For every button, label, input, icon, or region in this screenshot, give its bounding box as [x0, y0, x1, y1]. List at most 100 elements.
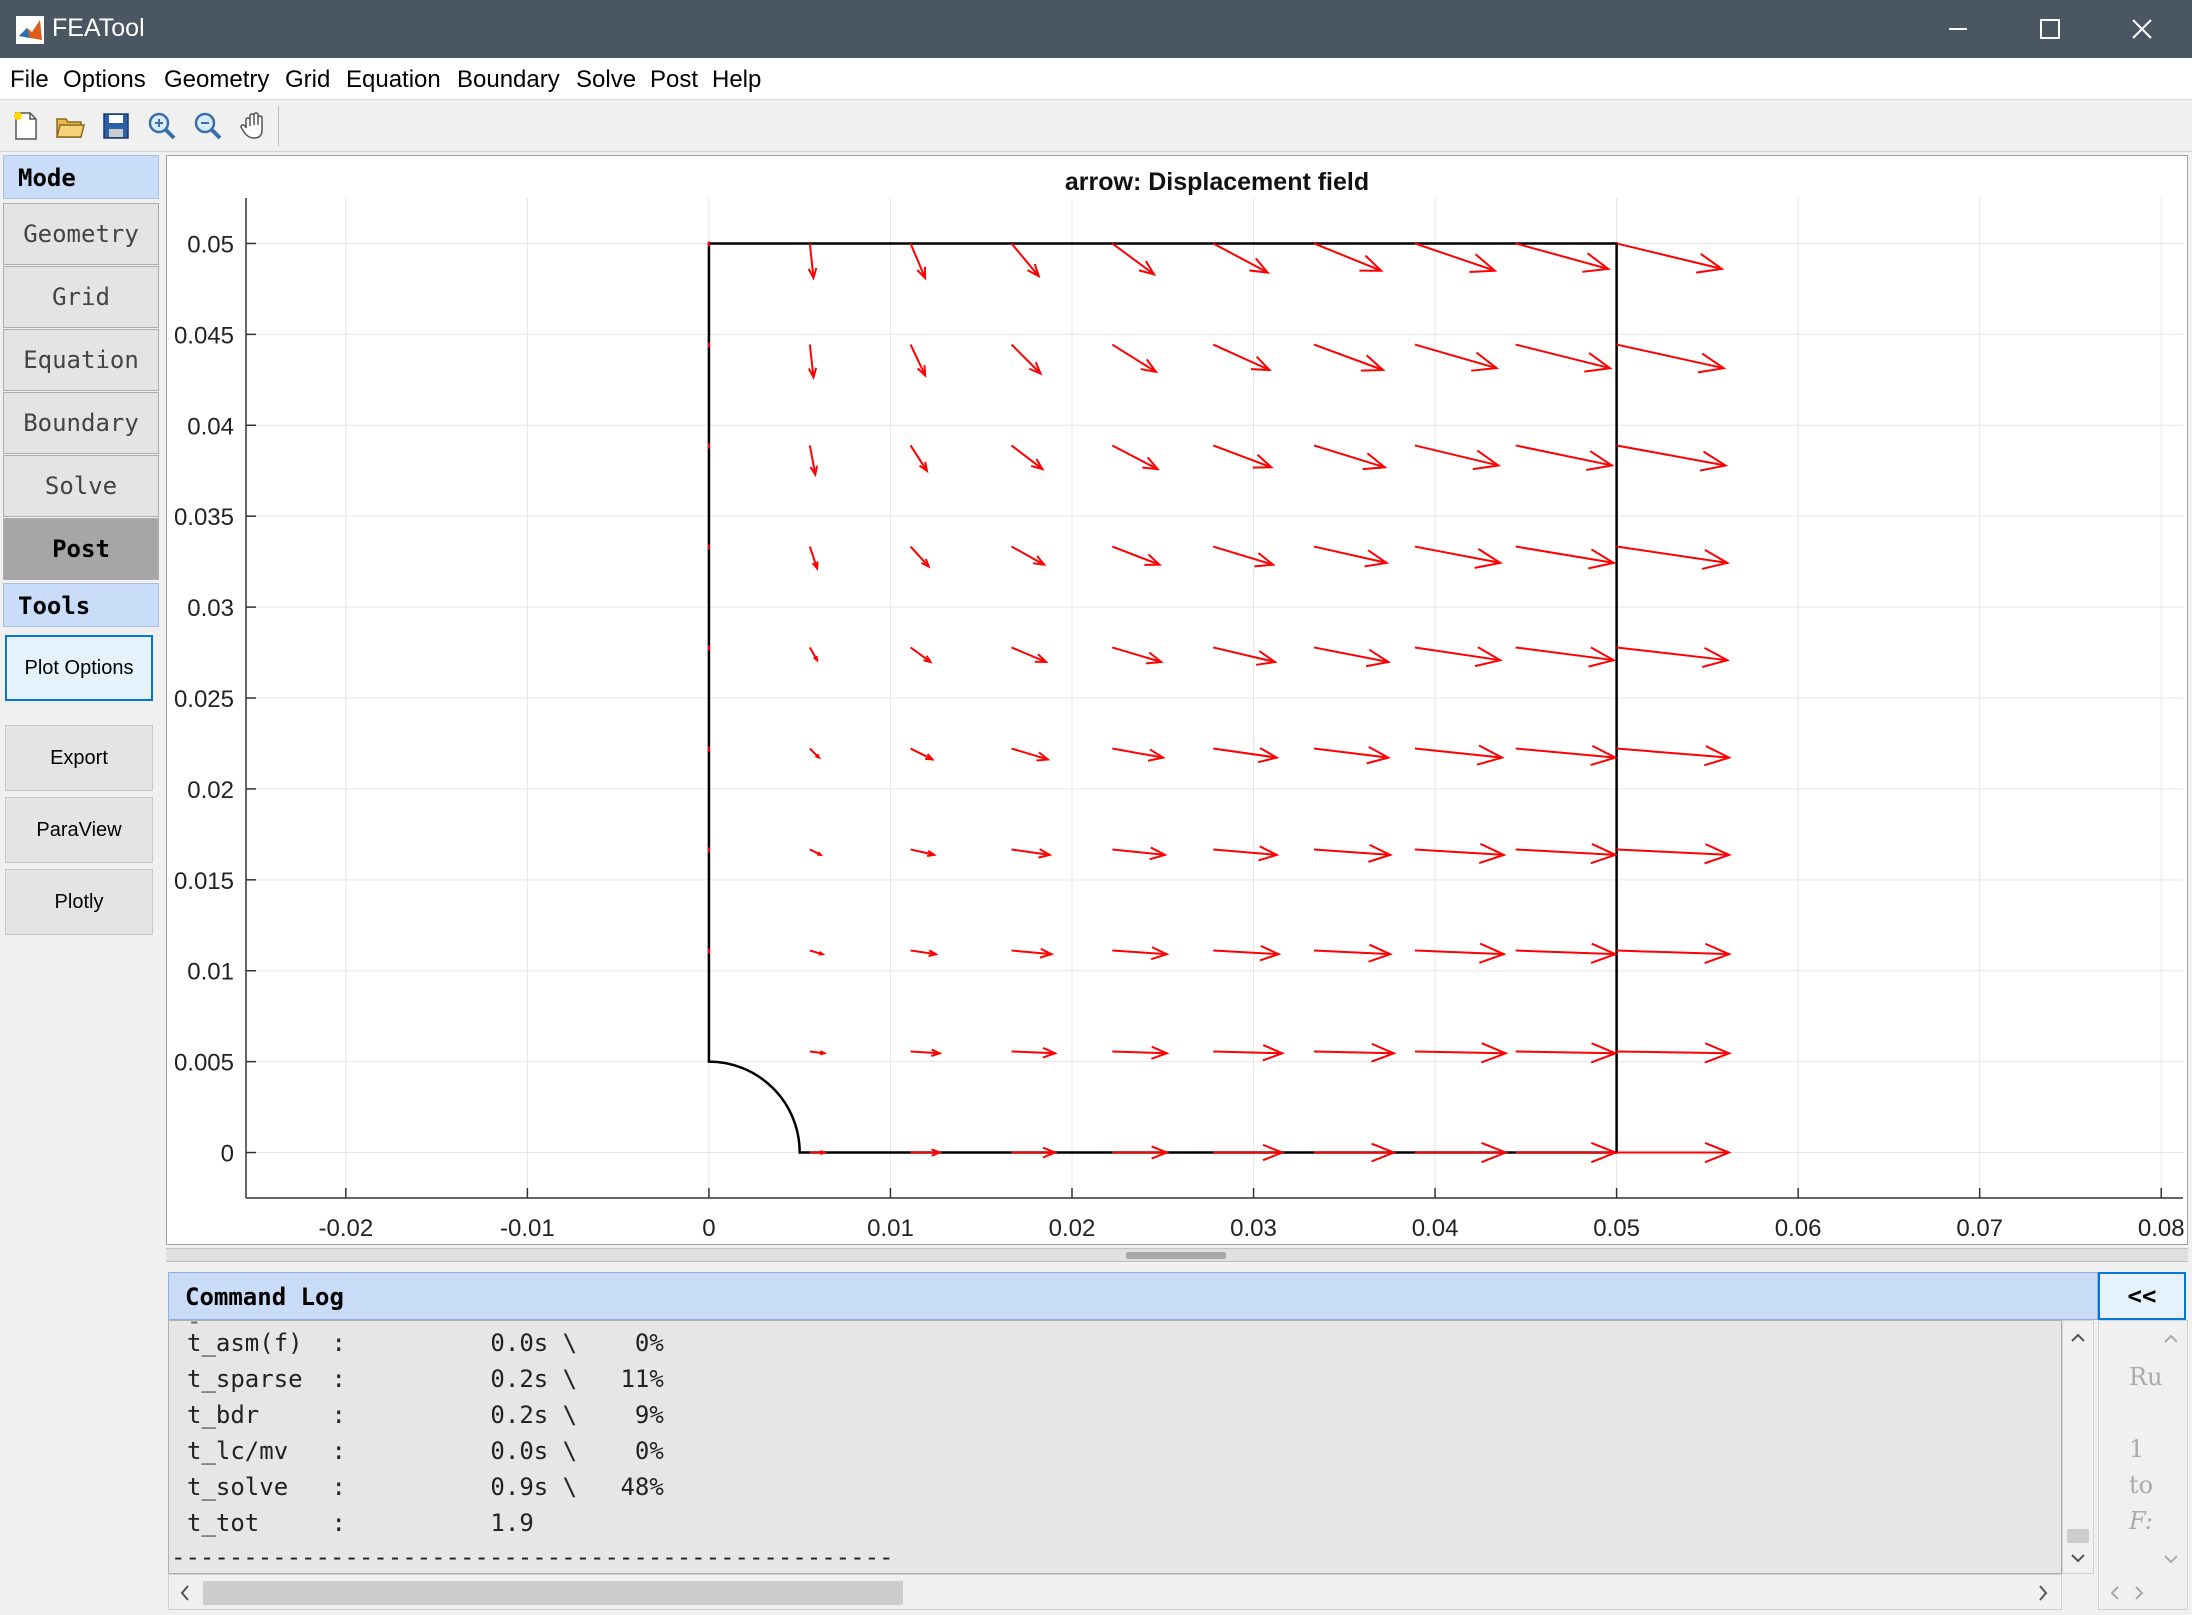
mode-grid-button[interactable]: Grid: [3, 266, 159, 328]
menu-boundary[interactable]: Boundary: [457, 66, 560, 94]
displacement-arrow: [1313, 242, 1384, 272]
x-tick-label: 0.02: [1049, 1215, 1096, 1242]
displacement-arrow: [1414, 744, 1505, 766]
displacement-arrow: [1515, 1141, 1619, 1164]
command-log[interactable]: - t_asm(f) : 0.0s \ 0% t_sparse : 0.2s \…: [168, 1320, 2062, 1574]
close-button[interactable]: [2096, 0, 2188, 58]
displacement-arrow: [809, 1050, 828, 1056]
menu-solve[interactable]: Solve: [576, 66, 636, 94]
menu-options[interactable]: Options: [63, 66, 146, 94]
displacement-arrow: [910, 1148, 943, 1157]
log-line: t_bdr : 0.2s \ 9%: [187, 1401, 664, 1429]
displacement-arrow: [1112, 1045, 1170, 1060]
minimize-button[interactable]: [1912, 0, 2004, 58]
displacement-arrow: [1616, 942, 1732, 964]
x-tick-label: 0.08: [2138, 1215, 2185, 1242]
pan-button[interactable]: [234, 106, 274, 146]
log-horizontal-scrollbar[interactable]: [168, 1574, 2062, 1610]
panel-splitter[interactable]: [166, 1248, 2188, 1262]
arrow-shaft: [1414, 848, 1504, 856]
plotly-button[interactable]: Plotly: [5, 869, 153, 935]
displacement-arrow: [1313, 444, 1388, 471]
mode-post-button[interactable]: Post: [3, 518, 159, 580]
plot-panel[interactable]: arrow: Displacement field -0.02 -0.01 0 0.0…: [166, 155, 2188, 1245]
plot-title: arrow: Displacement field: [1065, 168, 1369, 196]
splitter-grip[interactable]: [1126, 1252, 1226, 1259]
arrow-shaft: [1010, 343, 1042, 375]
displacement-arrow: [909, 344, 927, 378]
menu-file[interactable]: File: [10, 66, 49, 94]
arrow-shaft: [1010, 242, 1040, 277]
save-button[interactable]: [96, 106, 136, 146]
y-tick-label: 0.045: [174, 322, 234, 349]
displacement-arrow: [1313, 943, 1393, 963]
scroll-thumb[interactable]: [2067, 1529, 2089, 1543]
log-line: t_lc/mv : 0.0s \ 0%: [187, 1437, 664, 1465]
displacement-arrow: [1112, 646, 1164, 665]
collapse-log-button[interactable]: <<: [2098, 1272, 2186, 1320]
displacement-arrow: [1414, 646, 1503, 668]
displacement-arrow: [807, 344, 818, 380]
maximize-button[interactable]: [2004, 0, 2096, 58]
menu-equation[interactable]: Equation: [346, 66, 441, 94]
menu-bar: File Options Geometry Grid Equation Boun…: [0, 58, 2192, 100]
y-tick-label: 0.035: [174, 504, 234, 531]
scroll-thumb[interactable]: [203, 1581, 903, 1605]
displacement-arrow: [1011, 848, 1053, 859]
scroll-left-icon[interactable]: [2105, 1583, 2125, 1603]
displacement-arrow: [1213, 845, 1280, 862]
displacement-arrow: [808, 445, 819, 478]
scroll-right-icon[interactable]: [2031, 1578, 2055, 1608]
arrow-shaft: [1616, 545, 1728, 564]
displacement-arrow: [1616, 242, 1725, 274]
menu-post[interactable]: Post: [650, 66, 698, 94]
displacement-arrow: [1212, 646, 1278, 666]
displacement-arrow: [1616, 545, 1731, 570]
displacement-arrow: [1213, 747, 1280, 764]
displacement-arrow: [1313, 844, 1393, 863]
new-button[interactable]: [6, 106, 46, 146]
arrow-shaft: [909, 444, 928, 472]
scroll-right-icon[interactable]: [2129, 1583, 2149, 1603]
displacement-arrow: [1313, 343, 1386, 372]
plot-options-button[interactable]: Plot Options: [5, 635, 153, 701]
paraview-button[interactable]: ParaView: [5, 797, 153, 863]
scroll-left-icon[interactable]: [173, 1578, 197, 1608]
arrow-shaft: [909, 344, 927, 376]
mode-solve-button[interactable]: Solve: [3, 455, 159, 517]
displacement-arrow: [1414, 842, 1507, 865]
displacement-arrow: [1515, 242, 1611, 273]
displacement-arrow: [1313, 646, 1392, 668]
scroll-down-icon[interactable]: [2063, 1549, 2093, 1569]
log-vertical-scrollbar[interactable]: [2062, 1320, 2094, 1574]
menu-help[interactable]: Help: [712, 66, 761, 94]
zoom-in-button[interactable]: [142, 106, 182, 146]
arrow-shaft: [1414, 949, 1504, 956]
secondary-log-panel[interactable]: Ru 1 to F:: [2098, 1320, 2188, 1610]
log-line: t_sparse : 0.2s \ 11%: [187, 1365, 664, 1393]
displacement-arrow: [809, 848, 824, 857]
log-separator: ----------------------------------------…: [171, 1543, 894, 1571]
x-tick-label: 0.05: [1593, 1215, 1640, 1242]
mode-boundary-button[interactable]: Boundary: [3, 392, 159, 454]
open-button[interactable]: [50, 106, 90, 146]
displacement-plot[interactable]: arrow: Displacement field -0.02 -0.01 0 0.0…: [167, 156, 2187, 1244]
export-button[interactable]: Export: [5, 725, 153, 791]
arrow-shaft: [1515, 848, 1616, 856]
mode-geometry-button[interactable]: Geometry: [3, 203, 159, 265]
scroll-up-icon[interactable]: [2063, 1327, 2093, 1347]
menu-geometry[interactable]: Geometry: [164, 66, 269, 94]
menu-grid[interactable]: Grid: [285, 66, 330, 94]
scroll-down-icon[interactable]: [2161, 1549, 2181, 1569]
displacement-arrow: [1515, 646, 1617, 668]
y-tick-label: 0.03: [187, 595, 234, 622]
arrow-shaft: [1515, 949, 1616, 956]
displacement-arrow: [1313, 1142, 1397, 1163]
mode-equation-button[interactable]: Equation: [3, 329, 159, 391]
displacement-arrow: [808, 646, 819, 663]
scroll-up-icon[interactable]: [2161, 1329, 2181, 1349]
zoom-out-button[interactable]: [188, 106, 228, 146]
arrow-shaft: [1616, 242, 1723, 270]
arrow-shaft: [1011, 646, 1047, 663]
displacement-arrow: [808, 546, 819, 571]
